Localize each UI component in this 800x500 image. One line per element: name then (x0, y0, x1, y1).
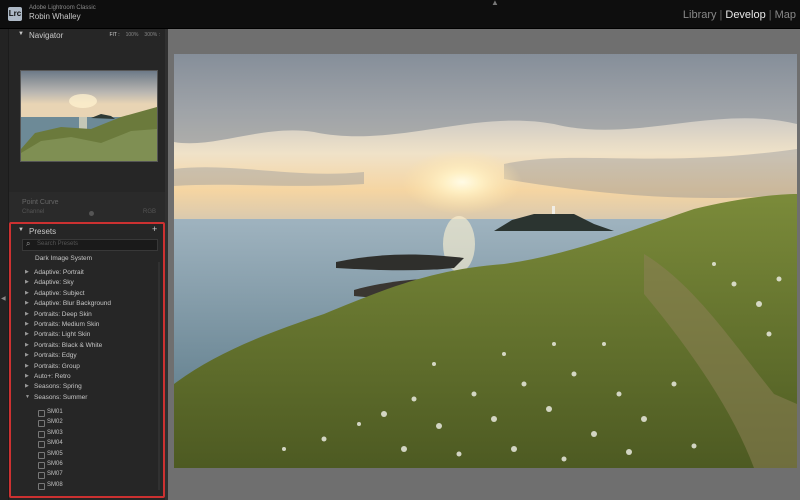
navigator-zoom-options: FIT : 100% 300% : (103, 32, 160, 38)
preset-icon (38, 430, 45, 438)
triangle-right-icon[interactable]: ▶ (25, 331, 29, 337)
zoom-300[interactable]: 300% : (144, 32, 160, 38)
top-panel-toggle-icon[interactable]: ▲ (491, 0, 499, 7)
channel-label: Channel (22, 209, 45, 215)
navigator-header[interactable]: ▼ Navigator FIT : 100% 300% : (9, 29, 165, 42)
preset-item-label: SM08 (47, 481, 63, 488)
zoom-100[interactable]: 100% (126, 32, 139, 38)
triangle-down-icon[interactable]: ▼ (25, 394, 30, 400)
preset-icon (38, 441, 45, 449)
preset-item-label: SM06 (47, 461, 63, 467)
presets-header[interactable]: ▼ Presets (9, 225, 165, 238)
preset-item-label: SM04 (47, 440, 63, 447)
channel-value: RGB (142, 209, 156, 215)
triangle-down-icon: ▼ (18, 31, 24, 37)
add-preset-button[interactable]: + (152, 224, 157, 234)
preset-group-label: Portraits: Group (34, 362, 80, 370)
preset-group-label: Portraits: Light Skin (34, 331, 91, 339)
module-separator: | (768, 9, 772, 21)
module-library[interactable]: Library (683, 9, 717, 21)
preset-item-label: SM05 (47, 450, 63, 457)
triangle-right-icon[interactable]: ▶ (25, 290, 29, 296)
preset-icon (38, 482, 45, 490)
navigator-preview[interactable] (20, 70, 158, 162)
module-develop[interactable]: Develop (725, 9, 765, 21)
module-map[interactable]: Map (775, 9, 796, 21)
preset-icon (38, 420, 45, 428)
triangle-right-icon[interactable]: ▶ (25, 363, 29, 369)
triangle-right-icon[interactable]: ▶ (25, 311, 29, 317)
preset-item-label: SM07 (47, 471, 63, 478)
search-icon: ⌕ (26, 239, 31, 248)
preset-group-label: Adaptive: Blur Background (34, 300, 111, 308)
left-panel-edge[interactable]: ◀ (0, 29, 8, 500)
preset-group-label: Adaptive: Sky (34, 279, 74, 287)
channel-slider[interactable] (89, 211, 94, 216)
preset-group-label: Adaptive: Portrait (34, 269, 84, 276)
triangle-right-icon[interactable]: ▶ (25, 383, 29, 389)
lightroom-logo: Lrc (8, 7, 22, 21)
triangle-right-icon[interactable]: ▶ (25, 279, 29, 285)
navigator-thumbnail (21, 71, 157, 161)
preset-search-input[interactable]: ⌕ Search Presets (22, 239, 158, 251)
preset-icon (38, 410, 45, 417)
point-curve-title: Point Curve (22, 199, 59, 206)
presets-highlight-box (9, 222, 165, 498)
triangle-down-icon: ▼ (18, 227, 24, 233)
navigator-title: Navigator (29, 31, 64, 40)
zoom-fit[interactable]: FIT : (109, 32, 119, 38)
landscape-photo (174, 54, 797, 468)
preset-group-label: Adaptive: Subject (34, 289, 85, 297)
user-name: Robin Whalley (29, 12, 81, 21)
module-picker: Library | Develop | Map (683, 9, 796, 21)
preset-group-label: Portraits: Black & White (34, 341, 103, 349)
preset-group-label: Portraits: Deep Skin (34, 310, 92, 318)
preset-item-label: SM01 (47, 409, 63, 415)
preset-group-label: Portraits: Medium Skin (34, 321, 100, 328)
preset-icon (38, 462, 45, 469)
search-placeholder: Search Presets (37, 241, 79, 247)
preset-item-label: SM02 (47, 419, 63, 426)
preset-group-label: Auto+: Retro (34, 373, 71, 380)
triangle-right-icon[interactable]: ▶ (25, 269, 29, 275)
triangle-right-icon[interactable]: ▶ (25, 300, 29, 306)
module-separator: | (719, 9, 723, 21)
photo-canvas[interactable] (174, 54, 797, 468)
app-name: Adobe Lightroom Classic (29, 5, 96, 11)
collapse-left-panel-icon[interactable]: ◀ (1, 295, 6, 302)
presets-scrollbar[interactable] (158, 262, 160, 490)
preset-group-label: Portraits: Edgy (34, 352, 77, 360)
preset-group-label: Dark Image System (35, 255, 93, 262)
triangle-right-icon[interactable]: ▶ (25, 342, 29, 348)
preset-item-label: SM03 (47, 429, 63, 436)
preset-icon (38, 472, 45, 480)
triangle-right-icon[interactable]: ▶ (25, 373, 29, 379)
top-bar: Lrc Adobe Lightroom Classic Robin Whalle… (0, 0, 800, 29)
preset-group-label: Seasons: Summer (34, 393, 88, 401)
triangle-right-icon[interactable]: ▶ (25, 352, 29, 358)
presets-title: Presets (29, 227, 57, 236)
preset-icon (38, 451, 45, 459)
point-curve-panel: Point Curve Channel RGB (9, 192, 165, 222)
triangle-right-icon[interactable]: ▶ (25, 321, 29, 327)
preset-group-label: Seasons: Spring (34, 383, 82, 391)
